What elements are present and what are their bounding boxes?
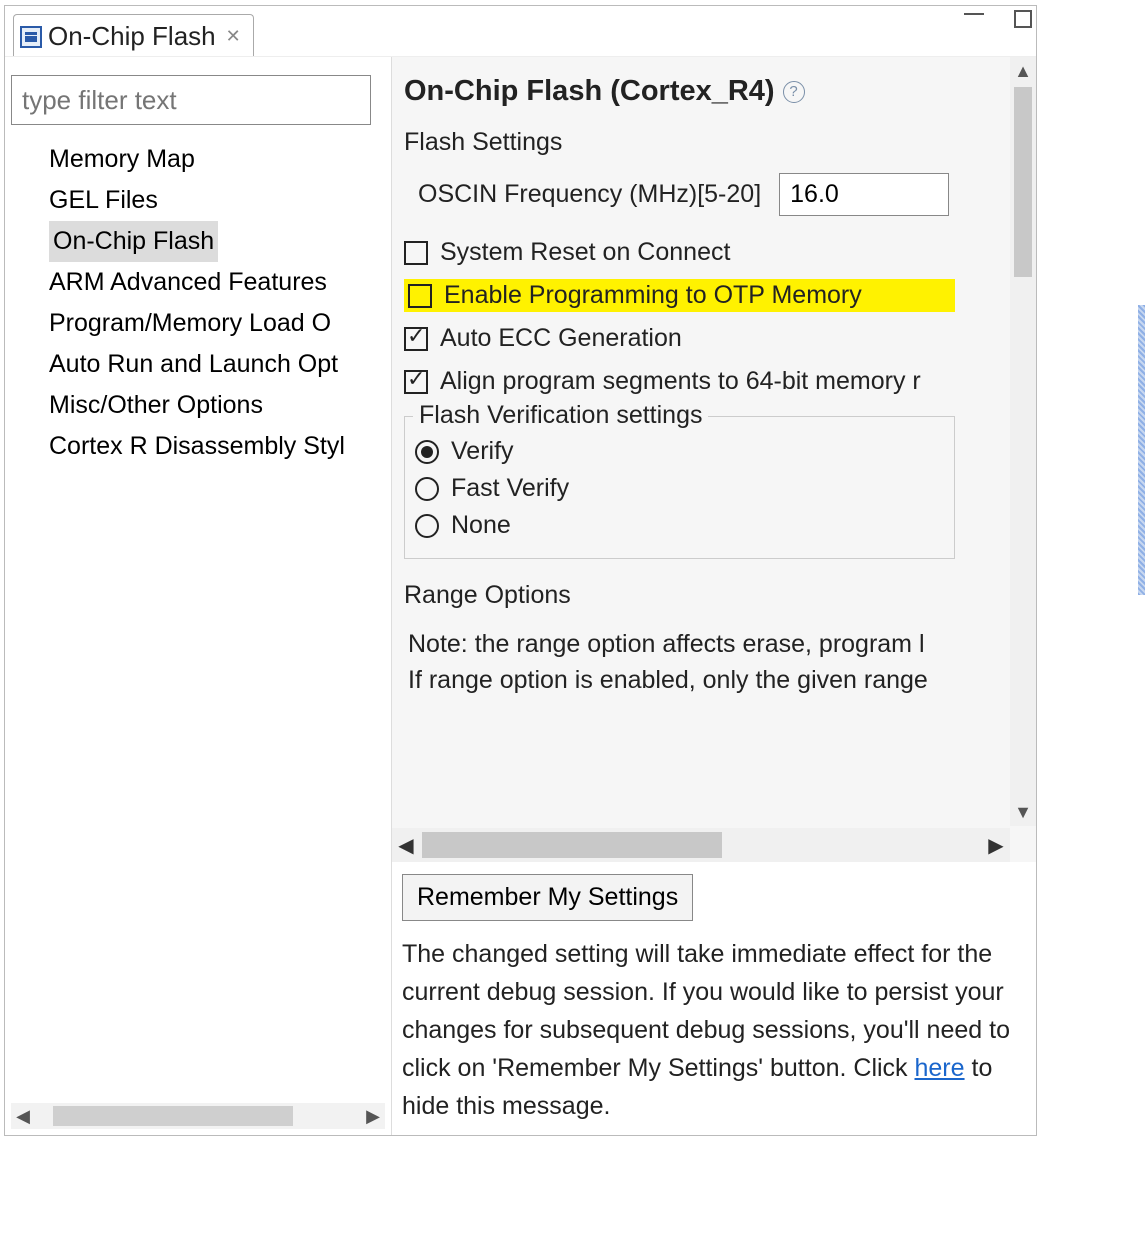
body: Memory Map GEL Files On-Chip Flash ARM A… bbox=[5, 57, 1036, 1135]
scroll-thumb[interactable] bbox=[422, 832, 722, 858]
hide-message-link[interactable]: here bbox=[915, 1054, 965, 1082]
remember-settings-button[interactable]: Remember My Settings bbox=[402, 874, 693, 921]
tree-item-gel-files[interactable]: GEL Files bbox=[49, 180, 391, 221]
checkbox-label: Auto ECC Generation bbox=[440, 324, 682, 353]
scroll-up-icon[interactable]: ▲ bbox=[1010, 57, 1036, 85]
flash-verification-group: Flash Verification settings Verify Fast … bbox=[404, 416, 955, 559]
checkbox-enable-otp[interactable]: Enable Programming to OTP Memory bbox=[404, 279, 955, 312]
radio-label: Fast Verify bbox=[451, 474, 569, 503]
filter-input[interactable] bbox=[11, 75, 371, 125]
close-icon[interactable]: ✕ bbox=[226, 26, 241, 47]
tab-title: On-Chip Flash bbox=[48, 21, 216, 52]
scroll-right-icon[interactable]: ▶ bbox=[982, 833, 1010, 858]
checkbox-label: System Reset on Connect bbox=[440, 238, 730, 267]
scroll-right-icon[interactable]: ▶ bbox=[361, 1103, 385, 1129]
range-note: Note: the range option affects erase, pr… bbox=[404, 626, 955, 698]
content-scroll-area: On-Chip Flash (Cortex_R4) ? Flash Settin… bbox=[392, 57, 1036, 862]
tree-item-auto-run-launch[interactable]: Auto Run and Launch Opt bbox=[49, 344, 391, 385]
left-horizontal-scrollbar[interactable]: ◀ ▶ bbox=[11, 1103, 385, 1129]
range-note-line: If range option is enabled, only the giv… bbox=[408, 662, 955, 698]
radio-fast-verify[interactable]: Fast Verify bbox=[415, 474, 944, 503]
settings-tree: Memory Map GEL Files On-Chip Flash ARM A… bbox=[5, 131, 391, 467]
oscin-input[interactable] bbox=[779, 173, 949, 216]
right-pane: On-Chip Flash (Cortex_R4) ? Flash Settin… bbox=[392, 57, 1036, 1135]
tree-item-program-memory-load[interactable]: Program/Memory Load O bbox=[49, 303, 391, 344]
section-flash-settings: Flash Settings bbox=[404, 128, 955, 157]
on-chip-flash-view: On-Chip Flash ✕ Memory Map GEL Files On-… bbox=[4, 5, 1037, 1136]
range-note-line: Note: the range option affects erase, pr… bbox=[408, 626, 955, 662]
flash-view-icon bbox=[20, 26, 42, 48]
checkbox-system-reset[interactable]: System Reset on Connect bbox=[404, 236, 955, 269]
checkbox-label: Enable Programming to OTP Memory bbox=[444, 281, 862, 310]
checkbox-icon[interactable] bbox=[404, 241, 428, 265]
scroll-down-icon[interactable]: ▼ bbox=[1010, 798, 1036, 826]
splitter-handle[interactable] bbox=[1138, 305, 1145, 595]
oscin-label: OSCIN Frequency (MHz)[5-20] bbox=[418, 180, 761, 209]
tree-item-cortex-r-disasm[interactable]: Cortex R Disassembly Styl bbox=[49, 426, 391, 467]
scroll-thumb[interactable] bbox=[1014, 87, 1032, 277]
help-icon[interactable]: ? bbox=[783, 81, 805, 103]
tab-on-chip-flash[interactable]: On-Chip Flash ✕ bbox=[13, 14, 254, 56]
footer-message: The changed setting will take immediate … bbox=[402, 935, 1026, 1125]
checkbox-align-64[interactable]: Align program segments to 64-bit memory … bbox=[404, 365, 955, 398]
maximize-icon[interactable] bbox=[1014, 10, 1032, 28]
tree-item-arm-advanced[interactable]: ARM Advanced Features bbox=[49, 262, 391, 303]
checkbox-icon[interactable] bbox=[404, 370, 428, 394]
checkbox-icon[interactable] bbox=[408, 284, 432, 308]
tab-strip: On-Chip Flash ✕ bbox=[5, 6, 1036, 57]
tree-item-memory-map[interactable]: Memory Map bbox=[49, 139, 391, 180]
radio-icon[interactable] bbox=[415, 477, 439, 501]
footer: Remember My Settings The changed setting… bbox=[392, 862, 1036, 1135]
radio-none[interactable]: None bbox=[415, 511, 944, 540]
radio-icon[interactable] bbox=[415, 514, 439, 538]
left-pane: Memory Map GEL Files On-Chip Flash ARM A… bbox=[5, 57, 392, 1135]
tree-item-misc-other[interactable]: Misc/Other Options bbox=[49, 385, 391, 426]
window-controls bbox=[964, 10, 1032, 28]
radio-icon[interactable] bbox=[415, 440, 439, 464]
horizontal-scrollbar[interactable]: ◀ ▶ bbox=[392, 828, 1010, 862]
radio-verify[interactable]: Verify bbox=[415, 437, 944, 466]
checkbox-label: Align program segments to 64-bit memory … bbox=[440, 367, 921, 396]
scroll-left-icon[interactable]: ◀ bbox=[392, 833, 420, 858]
page-title: On-Chip Flash (Cortex_R4) bbox=[404, 75, 775, 108]
scroll-left-icon[interactable]: ◀ bbox=[11, 1103, 35, 1129]
minimize-icon[interactable] bbox=[964, 11, 984, 15]
scroll-thumb[interactable] bbox=[53, 1106, 293, 1126]
group-legend: Flash Verification settings bbox=[413, 401, 708, 430]
radio-label: Verify bbox=[451, 437, 514, 466]
vertical-scrollbar[interactable]: ▲ ▼ bbox=[1010, 57, 1036, 826]
checkbox-icon[interactable] bbox=[404, 327, 428, 351]
checkbox-auto-ecc[interactable]: Auto ECC Generation bbox=[404, 322, 955, 355]
radio-label: None bbox=[451, 511, 511, 540]
section-range-options: Range Options bbox=[404, 581, 955, 610]
tree-item-on-chip-flash[interactable]: On-Chip Flash bbox=[49, 221, 218, 262]
